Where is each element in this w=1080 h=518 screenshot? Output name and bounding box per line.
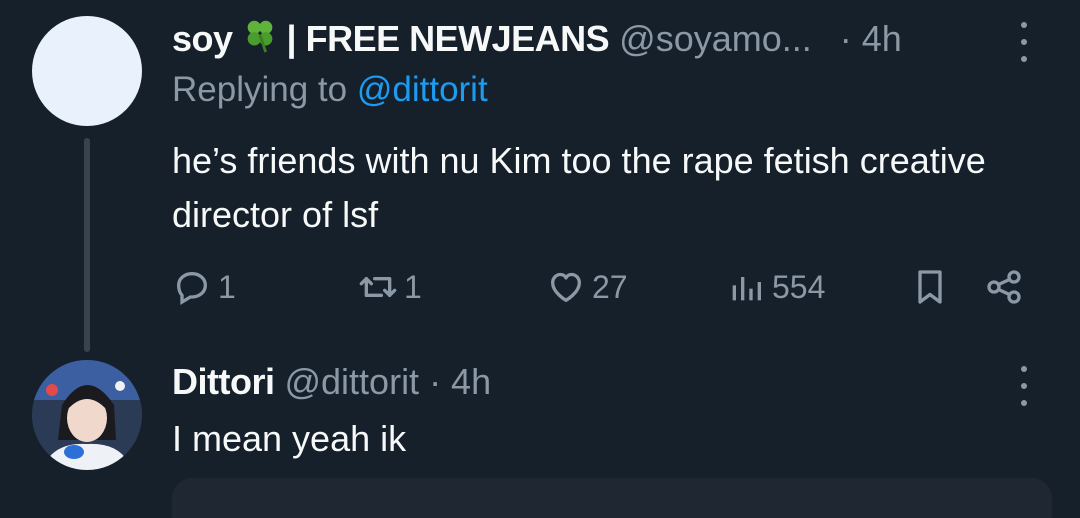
retweet-button[interactable]: 1 <box>358 262 422 312</box>
avatar-dittori[interactable] <box>32 360 142 470</box>
author-handle[interactable]: @soyamo... <box>619 18 812 60</box>
reply-author-handle[interactable]: @dittorit <box>284 361 419 403</box>
reply-button[interactable]: 1 <box>172 262 236 312</box>
view-count: 554 <box>772 268 826 305</box>
tweet-text: he’s friends with nu Kim too the rape fe… <box>172 140 986 235</box>
bookmark-button[interactable] <box>910 262 950 312</box>
tweet-header: soy | FREE NEWJEANS @soyamo... · 4h <box>172 14 902 64</box>
share-button[interactable] <box>984 262 1024 312</box>
reply-author-display-name[interactable]: Dittori <box>172 361 275 403</box>
thread-connector-line <box>84 138 90 352</box>
reply-timestamp[interactable]: · 4h <box>429 361 491 403</box>
reply-text: I mean yeah ik <box>172 418 407 459</box>
like-button[interactable]: 27 <box>546 262 628 312</box>
more-options-icon[interactable] <box>1014 22 1034 62</box>
author-display-name[interactable]: soy <box>172 18 233 60</box>
author-name-suffix[interactable]: | FREE NEWJEANS <box>287 18 610 60</box>
tweet-timestamp[interactable]: · 4h <box>840 18 902 60</box>
reply-more-options-icon[interactable] <box>1014 366 1034 406</box>
reply-icon <box>172 267 212 307</box>
bookmark-icon <box>910 267 950 307</box>
retweet-count: 1 <box>404 268 422 305</box>
tweet-action-bar: 1 1 27 554 <box>172 262 1032 312</box>
like-count: 27 <box>592 268 628 305</box>
views-button[interactable]: 554 <box>726 262 825 312</box>
avatar-soy[interactable] <box>32 16 142 126</box>
analytics-icon <box>726 267 766 307</box>
retweet-icon <box>358 267 398 307</box>
clover-emoji-icon <box>241 16 279 63</box>
share-icon <box>984 267 1024 307</box>
reply-count: 1 <box>218 268 236 305</box>
reply-header: Dittori @dittorit · 4h <box>172 358 491 406</box>
reply-composer-bar[interactable] <box>172 478 1052 518</box>
replying-to-line: Replying to @dittorit <box>172 70 488 110</box>
heart-icon <box>546 267 586 307</box>
replying-prefix: Replying to <box>172 70 348 109</box>
replying-to-mention[interactable]: @dittorit <box>357 70 488 109</box>
